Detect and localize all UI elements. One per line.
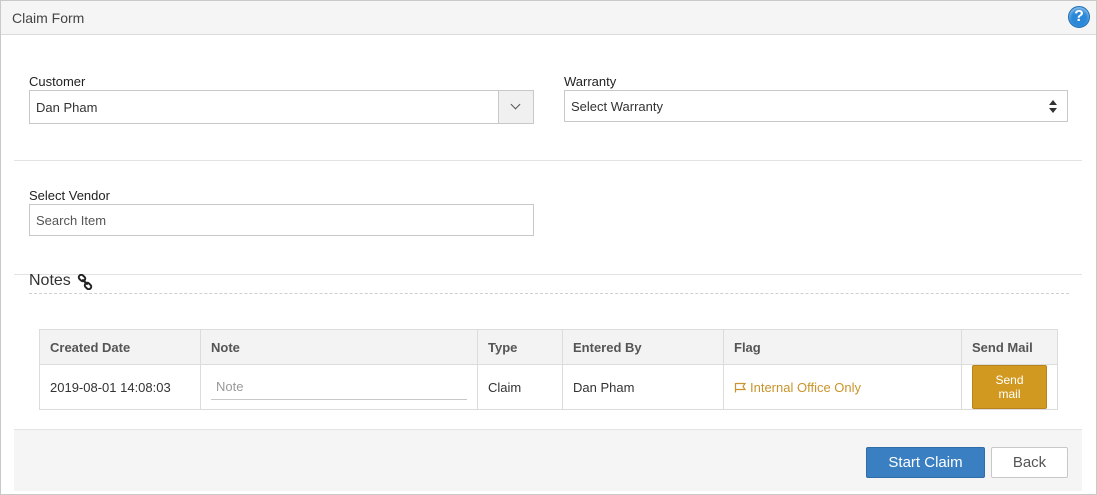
customer-value: Dan Pham bbox=[36, 100, 98, 115]
vendor-search-input[interactable] bbox=[29, 204, 534, 236]
entered-by-cell: Dan Pham bbox=[562, 364, 724, 410]
column-header-flag: Flag bbox=[723, 329, 962, 365]
flag-cell[interactable]: Internal Office Only bbox=[723, 364, 962, 410]
back-button[interactable]: Back bbox=[991, 447, 1068, 478]
up-down-arrows-icon bbox=[1049, 100, 1057, 114]
help-icon[interactable]: ? bbox=[1068, 6, 1090, 28]
column-header-entered-by: Entered By bbox=[562, 329, 724, 365]
start-claim-button[interactable]: Start Claim bbox=[866, 447, 985, 478]
flag-label: Internal Office Only bbox=[750, 379, 862, 395]
vendor-label: Select Vendor bbox=[29, 188, 110, 203]
warranty-select[interactable]: Select Warranty bbox=[564, 90, 1068, 122]
link-icon[interactable] bbox=[77, 274, 93, 290]
flag-icon bbox=[734, 382, 747, 392]
claim-form-panel: Claim Form bbox=[0, 0, 1097, 495]
customer-select[interactable]: Dan Pham bbox=[29, 90, 534, 124]
notes-divider bbox=[29, 293, 1069, 294]
customer-dropdown-button[interactable] bbox=[498, 91, 533, 123]
warranty-value: Select Warranty bbox=[571, 99, 663, 114]
send-mail-button[interactable]: Send mail bbox=[972, 365, 1047, 409]
table-header-row: Created Date Note Type Entered By Flag S… bbox=[39, 329, 1058, 365]
column-header-created-date: Created Date bbox=[39, 329, 201, 365]
section-divider bbox=[14, 160, 1082, 161]
warranty-label: Warranty bbox=[564, 74, 617, 89]
note-cell bbox=[200, 364, 478, 410]
page-title: Claim Form bbox=[12, 10, 85, 26]
column-header-send-mail: Send Mail bbox=[961, 329, 1058, 365]
notes-title: Notes bbox=[29, 272, 71, 289]
chevron-down-icon bbox=[510, 99, 521, 110]
section-divider bbox=[14, 274, 1082, 275]
table-row: 2019-08-01 14:08:03 Claim Dan Pham Inter… bbox=[39, 364, 1058, 410]
panel-header: Claim Form bbox=[1, 1, 1096, 35]
type-cell: Claim bbox=[477, 364, 563, 410]
notes-table: Created Date Note Type Entered By Flag S… bbox=[39, 329, 1058, 410]
note-input[interactable] bbox=[211, 374, 467, 400]
column-header-note: Note bbox=[200, 329, 478, 365]
send-mail-cell: Send mail bbox=[961, 364, 1058, 410]
customer-label: Customer bbox=[29, 74, 86, 89]
created-date-cell: 2019-08-01 14:08:03 bbox=[39, 364, 201, 410]
column-header-type: Type bbox=[477, 329, 563, 365]
